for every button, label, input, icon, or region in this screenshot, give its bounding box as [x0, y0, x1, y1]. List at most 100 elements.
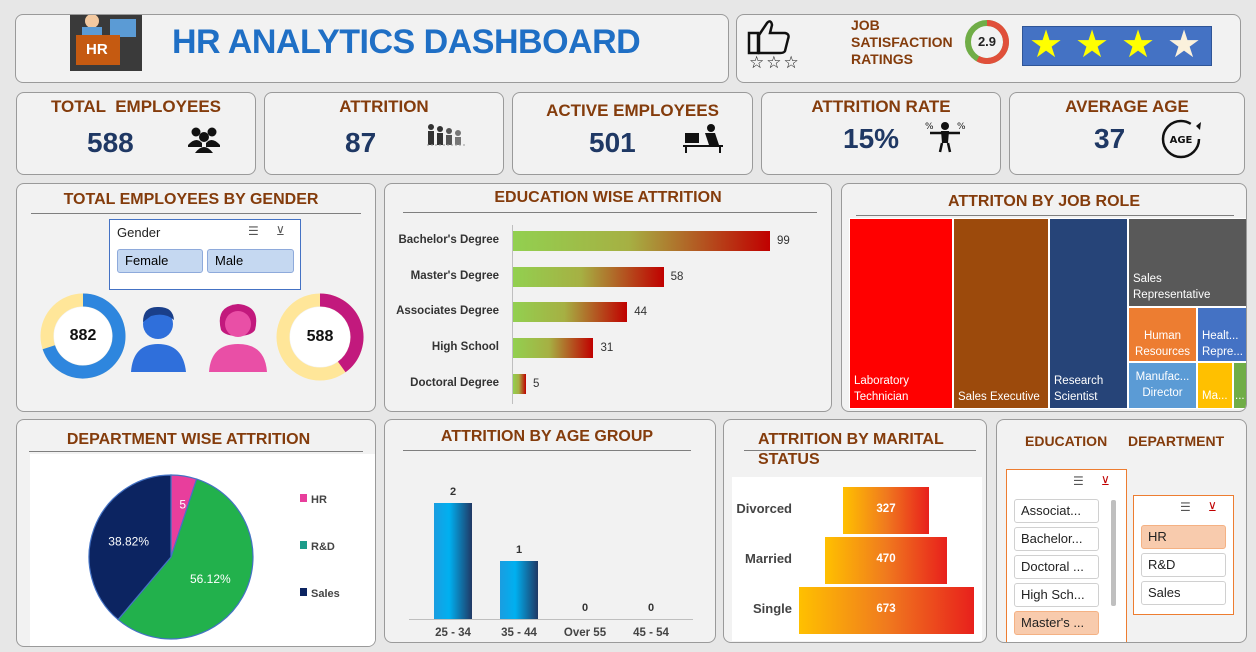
department-slicer-item[interactable]: R&D — [1141, 553, 1226, 577]
slicer-option-female[interactable]: Female — [117, 249, 203, 273]
clear-filter-icon[interactable]: ⊻ — [1208, 500, 1217, 514]
kpi-value: 87 — [345, 127, 377, 158]
bar-category-label: Master's Degree — [410, 269, 499, 282]
department-filter-label: DEPARTMENT — [1128, 433, 1225, 449]
kpi-title: AVERAGE AGE — [1065, 97, 1189, 116]
hr-logo: HR — [70, 15, 142, 71]
filters-panel: EDUCATION DEPARTMENT ☰ ⊻ Associat... Bach… — [996, 419, 1247, 643]
education-bar[interactable] — [513, 302, 628, 323]
age-group-bar[interactable] — [500, 561, 538, 619]
age-arrow-icon: AGE — [1160, 118, 1204, 167]
star-empty-icon: ★ — [1167, 24, 1202, 66]
multi-select-icon[interactable]: ☰ — [1180, 500, 1191, 514]
people-leaving-icon — [425, 121, 469, 154]
legend-marker — [300, 541, 307, 549]
treemap-cell-sales-executive[interactable]: Sales Executive — [953, 218, 1049, 409]
treemap-cell-manufacturing-director[interactable]: Manufac... Director — [1128, 362, 1197, 409]
treemap-cell-research-director[interactable]: ... — [1233, 362, 1246, 409]
employee-at-desk-icon — [681, 123, 725, 158]
axis-tick-label: 35 - 44 — [501, 627, 537, 639]
treemap-cell-research-scientist[interactable]: Research Scientist — [1049, 218, 1128, 409]
marital-funnel-chart: Divorced 327 Married 470 Single 673 — [732, 477, 982, 641]
age-group-bar[interactable] — [434, 503, 472, 619]
kpi-active-employees: ACTIVE EMPLOYEES 501 — [512, 92, 753, 175]
hr-logo-text: HR — [86, 41, 108, 58]
kpi-title: ATTRITION RATE — [811, 97, 951, 116]
treemap-cell-laboratory-technician[interactable]: Laboratory Technician — [849, 218, 953, 409]
kpi-value: 15% — [843, 123, 900, 154]
svg-text:%: % — [925, 122, 934, 132]
section-title: ATTRITON BY JOB ROLE — [947, 193, 1140, 210]
marital-status-panel: ATTRITION BY MARITAL STATUS Divorced 327 M… — [723, 419, 987, 643]
education-slicer-item[interactable]: Doctoral ... — [1014, 555, 1099, 579]
pie-percent-label: 38.82% — [108, 534, 149, 548]
divider — [31, 213, 361, 214]
bar-value-label: 470 — [876, 553, 896, 565]
education-attrition-panel: EDUCATION WISE ATTRITION Bachelor's Degr… — [384, 183, 832, 412]
bar-category-label: High School — [431, 341, 499, 354]
bar-value-label: 31 — [600, 342, 614, 355]
bar-value-label: 327 — [876, 503, 896, 515]
education-bar[interactable] — [513, 373, 526, 394]
multi-select-icon[interactable]: ☰ — [248, 224, 259, 238]
axis-tick-label: Over 55 — [563, 627, 607, 639]
department-slicer-item[interactable]: Sales — [1141, 581, 1226, 605]
axis-tick-label: 25 - 34 — [435, 627, 471, 639]
bar-value-label: 44 — [634, 306, 648, 319]
education-bar[interactable] — [513, 266, 664, 287]
clear-filter-icon[interactable]: ⊻ — [276, 224, 285, 238]
header-title-card: HR HR ANALYTICS DASHBOARD — [15, 14, 729, 83]
treemap-cell-manager[interactable]: Ma... — [1197, 362, 1233, 409]
education-bar[interactable] — [513, 338, 594, 359]
treemap-cell-sales-representative[interactable]: Sales Representative — [1128, 218, 1246, 307]
multi-select-icon[interactable]: ☰ — [1073, 474, 1084, 488]
kpi-title: ACTIVE EMPLOYEES — [546, 101, 719, 120]
divider — [29, 451, 363, 452]
section-title: TOTAL EMPLOYEES BY GENDER — [63, 191, 319, 208]
star-filled-icon: ★ — [1075, 24, 1110, 66]
female-count: 588 — [306, 328, 334, 345]
slicer-scrollbar[interactable] — [1111, 500, 1116, 606]
job-role-treemap: Laboratory Technician Sales Executive Re… — [849, 218, 1246, 409]
treemap-cell-human-resources[interactable]: Human Resources — [1128, 307, 1197, 362]
slicer-option-male[interactable]: Male — [207, 249, 294, 273]
department-attrition-panel: DEPARTMENT WISE ATTRITION 5.06%56.12%38.… — [16, 419, 376, 647]
female-donut: 588 — [275, 292, 365, 382]
education-slicer-item[interactable]: Master's ... — [1014, 611, 1099, 635]
kpi-total-employees: TOTAL EMPLOYEES 588 — [16, 92, 256, 175]
education-bar[interactable] — [513, 231, 770, 251]
clear-filter-icon[interactable]: ⊻ — [1101, 474, 1110, 488]
education-slicer-item[interactable]: Bachelor... — [1014, 527, 1099, 551]
percent-scale-icon: % % — [922, 119, 968, 158]
male-user-icon — [129, 302, 189, 377]
section-title: DEPARTMENT WISE ATTRITION — [66, 431, 311, 448]
kpi-average-age: AVERAGE AGE 37 AGE — [1009, 92, 1245, 175]
divider — [856, 215, 1234, 216]
treemap-cell-healthcare-representative[interactable]: Healt... Repre... — [1197, 307, 1246, 362]
age-group-panel: ATTRITION BY AGE GROUP 2 25 - 34 1 35 - 44 0… — [384, 419, 716, 643]
legend-label: R&D — [311, 541, 335, 553]
bar-value-label: 5 — [532, 377, 540, 390]
bar-category-label: Doctoral Degree — [410, 376, 499, 389]
bar-value-label: 0 — [647, 602, 655, 614]
legend-label: HR — [311, 494, 327, 506]
age-group-bar-chart: 2 25 - 34 1 35 - 44 0 Over 55 0 45 - 54 — [385, 420, 715, 642]
job-satisfaction-label: JOB SATISFACTION RATINGS — [851, 17, 953, 67]
legend-marker — [300, 494, 307, 502]
legend-label: Sales — [311, 588, 340, 600]
people-group-icon — [187, 125, 221, 158]
gender-slicer: Gender ☰ ⊻ Female Male — [109, 219, 301, 290]
thumbs-up-icon: ☆☆☆ — [745, 19, 799, 72]
female-user-icon — [207, 300, 269, 377]
education-slicer-item[interactable]: Associat... — [1014, 499, 1099, 523]
education-bar-chart: Bachelor's Degree 99 Master's Degree 58 Asso… — [385, 184, 831, 411]
job-satisfaction-value: 2.9 — [977, 34, 997, 49]
education-slicer-item[interactable]: High Sch... — [1014, 583, 1099, 607]
kpi-value: 37 — [1094, 123, 1126, 154]
education-slicer: ☰ ⊻ Associat... Bachelor... Doctoral ... Hi… — [1006, 469, 1127, 642]
axis-tick-label: 45 - 54 — [633, 627, 669, 639]
axis-category-label: Married — [745, 551, 792, 566]
rating-stars-outline-icon: ☆☆☆ — [749, 53, 801, 72]
department-slicer-item[interactable]: HR — [1141, 525, 1226, 549]
kpi-attrition: ATTRITION 87 — [264, 92, 504, 175]
